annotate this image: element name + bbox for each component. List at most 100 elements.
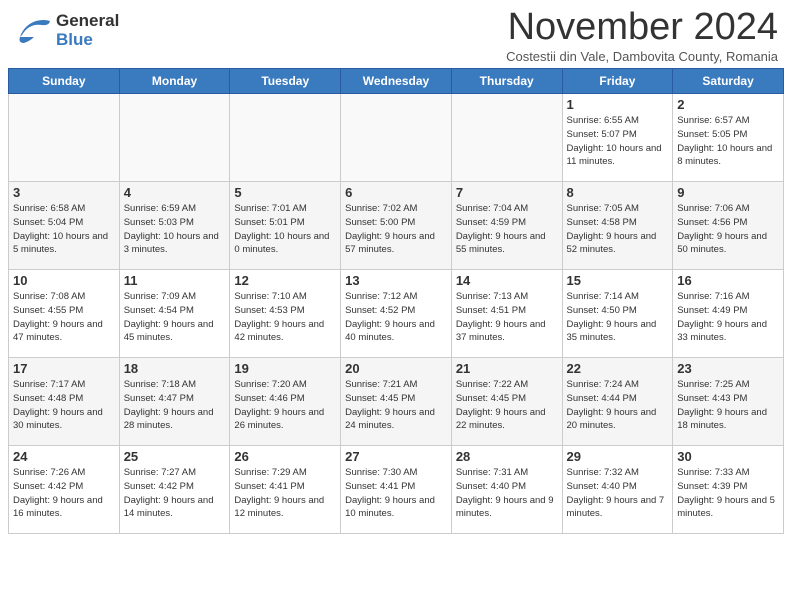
col-tuesday: Tuesday <box>230 69 341 94</box>
day-number: 24 <box>13 449 115 464</box>
day-number: 5 <box>234 185 336 200</box>
location: Costestii din Vale, Dambovita County, Ro… <box>506 49 778 64</box>
col-friday: Friday <box>562 69 673 94</box>
day-number: 3 <box>13 185 115 200</box>
table-row: 16Sunrise: 7:16 AM Sunset: 4:49 PM Dayli… <box>673 270 784 358</box>
day-number: 13 <box>345 273 447 288</box>
table-row <box>119 94 230 182</box>
table-row: 28 Sunrise: 7:31 AM Sunset: 4:40 PM Dayli… <box>451 446 562 534</box>
day-info: Sunrise: 7:20 AM Sunset: 4:46 PM Dayligh… <box>234 378 336 433</box>
day-info: Sunrise: 7:06 AM Sunset: 4:56 PM Dayligh… <box>677 202 779 257</box>
day-number: 30 <box>677 449 779 464</box>
day-info: Sunrise: 7:05 AM Sunset: 4:58 PM Dayligh… <box>567 202 669 257</box>
table-row: 4 Sunrise: 6:59 AM Sunset: 5:03 PM Daylig… <box>119 182 230 270</box>
day-number: 18 <box>124 361 226 376</box>
day-info: Sunrise: 7:22 AM Sunset: 4:45 PM Dayligh… <box>456 378 558 433</box>
day-info: Sunrise: 7:02 AM Sunset: 5:00 PM Dayligh… <box>345 202 447 257</box>
table-row: 26 Sunrise: 7:29 AM Sunset: 4:41 PM Dayli… <box>230 446 341 534</box>
day-number: 10 <box>13 273 115 288</box>
day-info: Sunrise: 7:31 AM Sunset: 4:40 PM Dayligh… <box>456 466 558 521</box>
day-info: Sunrise: 7:29 AM Sunset: 4:41 PM Dayligh… <box>234 466 336 521</box>
table-row: 3 Sunrise: 6:58 AM Sunset: 5:04 PM Daylig… <box>9 182 120 270</box>
table-row: 29 Sunrise: 7:32 AM Sunset: 4:40 PM Dayli… <box>562 446 673 534</box>
month-title: November 2024 <box>506 8 778 46</box>
table-row: 23 Sunrise: 7:25 AM Sunset: 4:43 PM Dayli… <box>673 358 784 446</box>
table-row: 11Sunrise: 7:09 AM Sunset: 4:54 PM Dayli… <box>119 270 230 358</box>
day-info: Sunrise: 7:17 AM Sunset: 4:48 PM Dayligh… <box>13 378 115 433</box>
day-number: 6 <box>345 185 447 200</box>
table-row: 30 Sunrise: 7:33 AM Sunset: 4:39 PM Dayli… <box>673 446 784 534</box>
day-number: 17 <box>13 361 115 376</box>
day-info: Sunrise: 6:58 AM Sunset: 5:04 PM Dayligh… <box>13 202 115 257</box>
day-info: Sunrise: 6:55 AM Sunset: 5:07 PM Dayligh… <box>567 114 669 169</box>
day-number: 7 <box>456 185 558 200</box>
day-info: Sunrise: 7:04 AM Sunset: 4:59 PM Dayligh… <box>456 202 558 257</box>
table-row: 2Sunrise: 6:57 AM Sunset: 5:05 PM Daylig… <box>673 94 784 182</box>
table-row: 20 Sunrise: 7:21 AM Sunset: 4:45 PM Dayli… <box>341 358 452 446</box>
day-info: Sunrise: 7:26 AM Sunset: 4:42 PM Dayligh… <box>13 466 115 521</box>
table-row: 24 Sunrise: 7:26 AM Sunset: 4:42 PM Dayli… <box>9 446 120 534</box>
day-info: Sunrise: 7:12 AM Sunset: 4:52 PM Dayligh… <box>345 290 447 345</box>
day-info: Sunrise: 7:25 AM Sunset: 4:43 PM Dayligh… <box>677 378 779 433</box>
col-wednesday: Wednesday <box>341 69 452 94</box>
day-number: 27 <box>345 449 447 464</box>
day-number: 28 <box>456 449 558 464</box>
table-row: 22 Sunrise: 7:24 AM Sunset: 4:44 PM Dayli… <box>562 358 673 446</box>
table-row: 8 Sunrise: 7:05 AM Sunset: 4:58 PM Daylig… <box>562 182 673 270</box>
day-info: Sunrise: 7:13 AM Sunset: 4:51 PM Dayligh… <box>456 290 558 345</box>
col-saturday: Saturday <box>673 69 784 94</box>
table-row: 17 Sunrise: 7:17 AM Sunset: 4:48 PM Dayli… <box>9 358 120 446</box>
title-section: November 2024 Costestii din Vale, Dambov… <box>506 8 778 64</box>
table-row: 18 Sunrise: 7:18 AM Sunset: 4:47 PM Dayli… <box>119 358 230 446</box>
col-monday: Monday <box>119 69 230 94</box>
table-row: 27 Sunrise: 7:30 AM Sunset: 4:41 PM Dayli… <box>341 446 452 534</box>
col-sunday: Sunday <box>9 69 120 94</box>
day-info: Sunrise: 7:09 AM Sunset: 4:54 PM Dayligh… <box>124 290 226 345</box>
table-row: 6 Sunrise: 7:02 AM Sunset: 5:00 PM Daylig… <box>341 182 452 270</box>
day-info: Sunrise: 7:10 AM Sunset: 4:53 PM Dayligh… <box>234 290 336 345</box>
day-number: 26 <box>234 449 336 464</box>
table-row <box>341 94 452 182</box>
day-number: 29 <box>567 449 669 464</box>
day-info: Sunrise: 7:32 AM Sunset: 4:40 PM Dayligh… <box>567 466 669 521</box>
day-number: 8 <box>567 185 669 200</box>
day-info: Sunrise: 7:16 AM Sunset: 4:49 PM Dayligh… <box>677 290 779 345</box>
col-thursday: Thursday <box>451 69 562 94</box>
day-info: Sunrise: 7:33 AM Sunset: 4:39 PM Dayligh… <box>677 466 779 521</box>
logo-text: General Blue <box>56 12 119 49</box>
table-row: 15 Sunrise: 7:14 AM Sunset: 4:50 PM Dayli… <box>562 270 673 358</box>
table-row <box>230 94 341 182</box>
day-info: Sunrise: 6:59 AM Sunset: 5:03 PM Dayligh… <box>124 202 226 257</box>
day-number: 19 <box>234 361 336 376</box>
day-number: 23 <box>677 361 779 376</box>
table-row: 9 Sunrise: 7:06 AM Sunset: 4:56 PM Daylig… <box>673 182 784 270</box>
day-number: 21 <box>456 361 558 376</box>
table-row: 14Sunrise: 7:13 AM Sunset: 4:51 PM Dayli… <box>451 270 562 358</box>
day-number: 15 <box>567 273 669 288</box>
calendar-table: Sunday Monday Tuesday Wednesday Thursday… <box>8 68 784 534</box>
day-number: 1 <box>567 97 669 112</box>
day-info: Sunrise: 7:01 AM Sunset: 5:01 PM Dayligh… <box>234 202 336 257</box>
day-number: 20 <box>345 361 447 376</box>
day-info: Sunrise: 7:24 AM Sunset: 4:44 PM Dayligh… <box>567 378 669 433</box>
day-number: 2 <box>677 97 779 112</box>
day-number: 4 <box>124 185 226 200</box>
table-row: 1 Sunrise: 6:55 AM Sunset: 5:07 PM Daylig… <box>562 94 673 182</box>
day-info: Sunrise: 7:14 AM Sunset: 4:50 PM Dayligh… <box>567 290 669 345</box>
table-row: 7 Sunrise: 7:04 AM Sunset: 4:59 PM Daylig… <box>451 182 562 270</box>
day-info: Sunrise: 7:18 AM Sunset: 4:47 PM Dayligh… <box>124 378 226 433</box>
logo-blue: Blue <box>56 30 93 49</box>
day-info: Sunrise: 7:30 AM Sunset: 4:41 PM Dayligh… <box>345 466 447 521</box>
table-row: 10Sunrise: 7:08 AM Sunset: 4:55 PM Dayli… <box>9 270 120 358</box>
logo-general: General <box>56 12 119 31</box>
table-row: 21 Sunrise: 7:22 AM Sunset: 4:45 PM Dayli… <box>451 358 562 446</box>
day-info: Sunrise: 7:21 AM Sunset: 4:45 PM Dayligh… <box>345 378 447 433</box>
day-number: 25 <box>124 449 226 464</box>
day-number: 12 <box>234 273 336 288</box>
logo: General Blue <box>14 12 119 49</box>
table-row: 5 Sunrise: 7:01 AM Sunset: 5:01 PM Daylig… <box>230 182 341 270</box>
day-number: 9 <box>677 185 779 200</box>
table-row: 19 Sunrise: 7:20 AM Sunset: 4:46 PM Dayli… <box>230 358 341 446</box>
day-number: 22 <box>567 361 669 376</box>
logo-bird-icon <box>14 15 52 47</box>
